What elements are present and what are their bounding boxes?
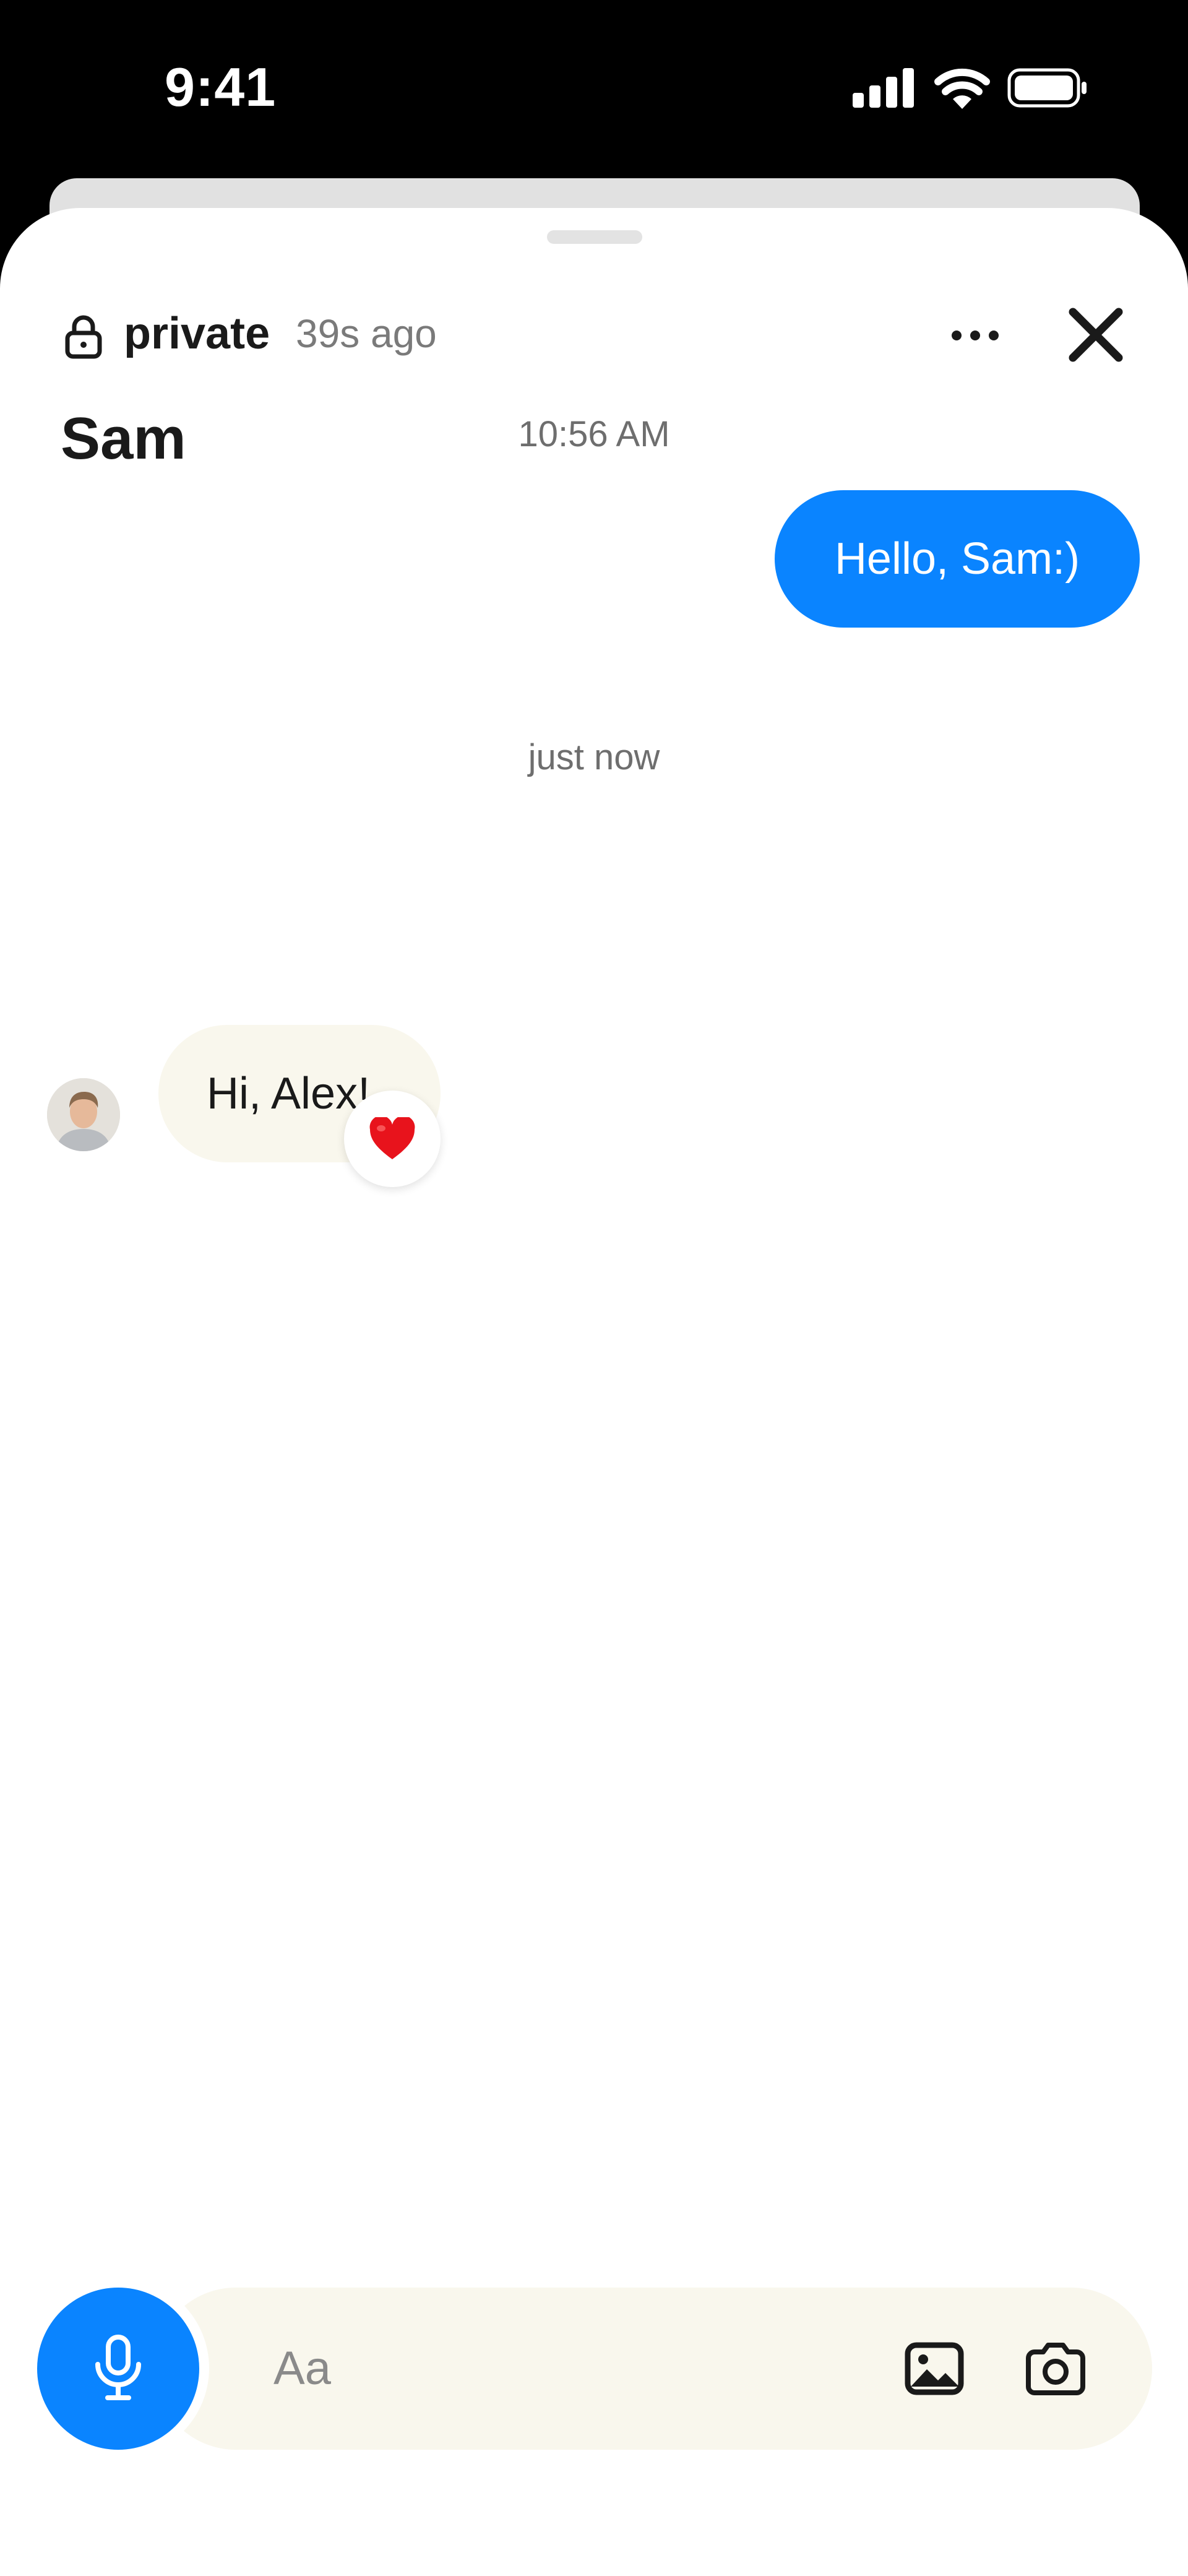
reaction-badge[interactable]	[344, 1091, 441, 1187]
camera-icon[interactable]	[1025, 2342, 1087, 2395]
privacy-label: private	[124, 309, 270, 358]
status-bar: 9:41	[0, 0, 1188, 179]
heart-icon	[369, 1117, 415, 1159]
last-seen-label: 39s ago	[296, 311, 437, 356]
sheet-grabber[interactable]	[547, 230, 642, 244]
outgoing-message-bubble[interactable]: Hello, Sam:)	[775, 490, 1140, 628]
message-timestamp: 10:56 AM	[518, 414, 670, 454]
status-time: 9:41	[165, 56, 277, 118]
avatar[interactable]	[47, 1078, 120, 1151]
record-voice-button[interactable]	[37, 2288, 199, 2450]
message-input[interactable]	[272, 2340, 832, 2397]
lock-icon	[65, 315, 102, 359]
more-icon[interactable]	[945, 317, 1005, 354]
close-icon[interactable]	[1062, 301, 1130, 369]
cellular-signal-icon	[853, 68, 914, 108]
wifi-icon	[934, 68, 990, 109]
message-timestamp: just now	[528, 737, 660, 777]
gallery-icon[interactable]	[905, 2342, 964, 2395]
battery-icon	[1007, 68, 1087, 108]
microphone-icon	[95, 2335, 141, 2400]
